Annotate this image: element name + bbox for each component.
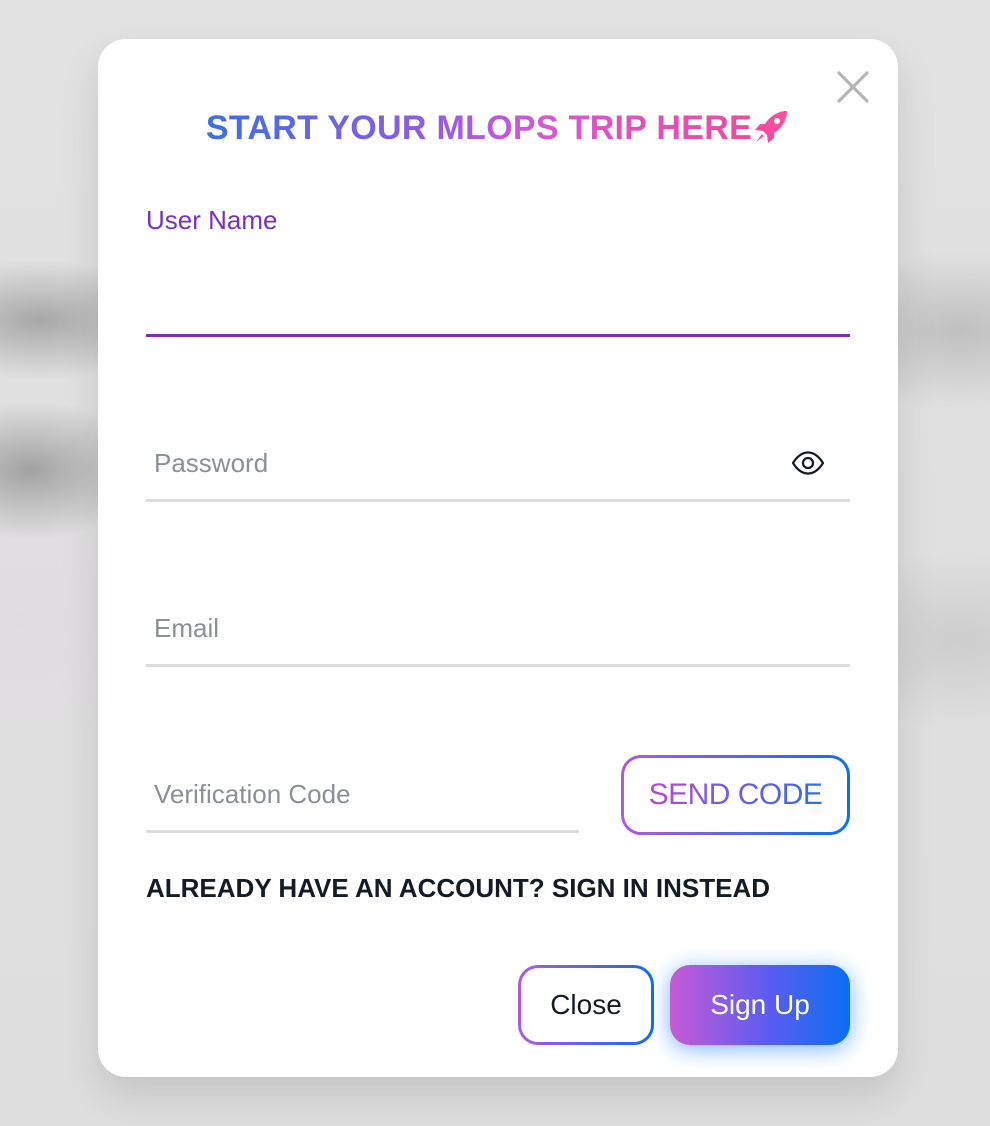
email-underline [146, 664, 850, 667]
username-label: User Name [146, 205, 278, 235]
sign-in-instead-link[interactable]: ALREADY HAVE AN ACCOUNT? SIGN IN INSTEAD [146, 873, 770, 904]
signup-dialog: START YOUR MLOPS TRIP HERE User Name Ema… [98, 39, 898, 1077]
send-code-label: SEND CODE [648, 778, 823, 811]
send-code-button[interactable]: SEND CODE [621, 755, 850, 835]
username-input[interactable] [146, 279, 850, 327]
dialog-title-row: START YOUR MLOPS TRIP HERE [98, 109, 898, 148]
close-icon[interactable] [835, 69, 871, 105]
rocket-icon [755, 110, 788, 143]
username-underline [146, 334, 850, 337]
sign-up-button[interactable]: Sign Up [670, 965, 850, 1045]
dialog-title: START YOUR MLOPS TRIP HERE [205, 109, 753, 147]
verification-code-underline [146, 830, 579, 833]
password-field [146, 435, 850, 507]
verification-code-input[interactable] [146, 770, 579, 818]
password-input[interactable] [146, 439, 786, 487]
close-button-label: Close [521, 968, 651, 1042]
email-field [146, 600, 850, 672]
password-underline [146, 499, 850, 502]
send-code-button-face: SEND CODE [624, 758, 847, 832]
close-button[interactable]: Close [518, 965, 654, 1045]
email-input[interactable] [146, 604, 850, 652]
eye-icon[interactable] [791, 450, 825, 476]
verification-code-field [146, 766, 579, 838]
username-field: User Name [146, 199, 850, 339]
